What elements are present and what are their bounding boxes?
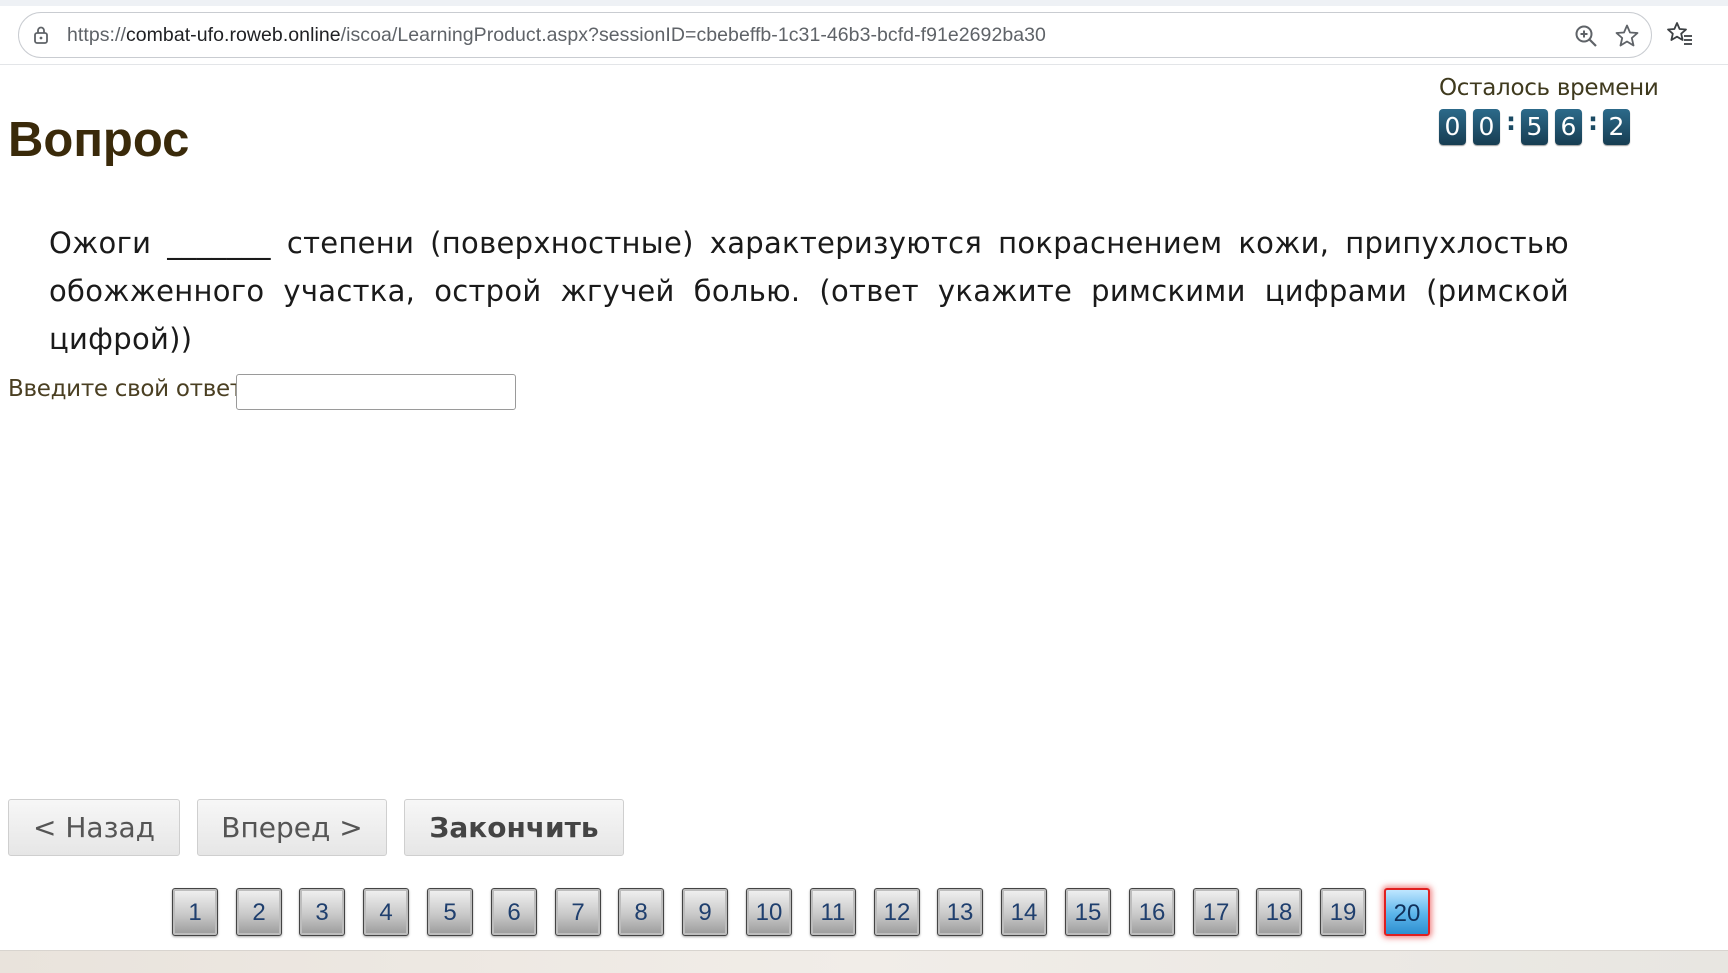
answer-input[interactable] bbox=[236, 374, 516, 410]
page-button[interactable]: 2 bbox=[236, 888, 282, 936]
page-button[interactable]: 5 bbox=[427, 888, 473, 936]
page-button[interactable]: 9 bbox=[682, 888, 728, 936]
answer-label: Введите свой ответ bbox=[8, 376, 243, 402]
timer-digit: 6 bbox=[1555, 109, 1582, 145]
page-button[interactable]: 18 bbox=[1256, 888, 1302, 936]
page-title: Вопрос bbox=[8, 113, 190, 167]
chrome-divider bbox=[0, 64, 1728, 65]
favorites-icon[interactable] bbox=[1666, 20, 1694, 48]
timer-digit: 0 bbox=[1439, 109, 1466, 145]
page-button[interactable]: 6 bbox=[491, 888, 537, 936]
url-path: /iscoa/LearningProduct.aspx?sessionID=cb… bbox=[340, 24, 1046, 46]
timer-digit: 0 bbox=[1473, 109, 1500, 145]
page-button[interactable]: 8 bbox=[618, 888, 664, 936]
page-button[interactable]: 3 bbox=[299, 888, 345, 936]
zoom-icon[interactable] bbox=[1573, 23, 1599, 49]
page-button[interactable]: 13 bbox=[937, 888, 983, 936]
timer-separator: : bbox=[1506, 107, 1516, 136]
url-text[interactable]: https://combat-ufo.roweb.online/iscoa/Le… bbox=[67, 24, 1046, 47]
page-button[interactable]: 15 bbox=[1065, 888, 1111, 936]
address-bar[interactable]: https://combat-ufo.roweb.online/iscoa/Le… bbox=[18, 12, 1652, 58]
timer-label: Осталось времени bbox=[1439, 75, 1659, 101]
timer-digit: 2 bbox=[1603, 109, 1630, 145]
url-scheme: https:// bbox=[67, 24, 126, 46]
url-host: combat-ufo.roweb.online bbox=[125, 24, 341, 46]
page-button[interactable]: 1 bbox=[172, 888, 218, 936]
page-button[interactable]: 14 bbox=[1001, 888, 1047, 936]
question-text: Ожоги _______ степени (поверхностные) ха… bbox=[49, 226, 1569, 356]
page-button[interactable]: 10 bbox=[746, 888, 792, 936]
taskbar-strip bbox=[0, 950, 1728, 973]
page-button[interactable]: 19 bbox=[1320, 888, 1366, 936]
page-button[interactable]: 16 bbox=[1129, 888, 1175, 936]
page-button[interactable]: 11 bbox=[810, 888, 856, 936]
page-button[interactable]: 7 bbox=[555, 888, 601, 936]
page-button[interactable]: 17 bbox=[1193, 888, 1239, 936]
question-pagination: 1 2 3 4 5 6 7 8 9 10 11 12 13 14 15 16 1… bbox=[0, 888, 1728, 938]
page-button-current[interactable]: 20 bbox=[1384, 888, 1430, 936]
timer-digit: 5 bbox=[1521, 109, 1548, 145]
page-button[interactable]: 4 bbox=[363, 888, 409, 936]
timer-separator: : bbox=[1588, 107, 1598, 136]
bookmark-star-icon[interactable] bbox=[1614, 23, 1640, 49]
page-button[interactable]: 12 bbox=[874, 888, 920, 936]
back-button[interactable]: < Назад bbox=[8, 799, 180, 856]
finish-button[interactable]: Закончить bbox=[404, 799, 624, 856]
next-button[interactable]: Вперед > bbox=[197, 799, 387, 856]
browser-tab-strip bbox=[0, 0, 1728, 6]
lock-icon[interactable] bbox=[31, 25, 51, 45]
